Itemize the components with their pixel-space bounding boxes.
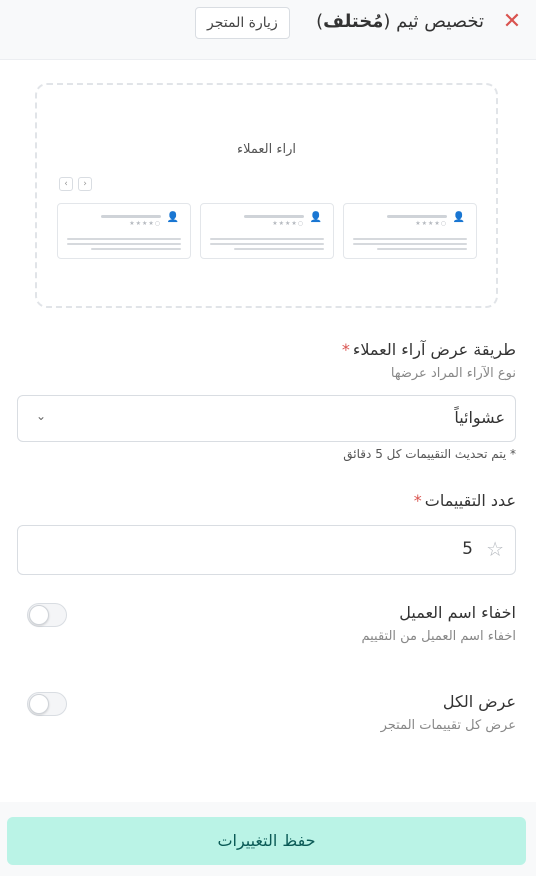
preview-card: 👤 ★★★★○ xyxy=(200,203,334,259)
header-bar: ✕ تخصيص ثيم (مُختلف) زيارة المتجر xyxy=(0,0,536,60)
rating-stars-icon: ★★★★○ xyxy=(415,220,447,227)
preview-card: 👤 ★★★★○ xyxy=(343,203,477,259)
show-all-hint: عرض كل تقييمات المتجر xyxy=(380,718,516,733)
theme-name: مُختلف xyxy=(323,11,384,32)
page-title: تخصيص ثيم (مُختلف) xyxy=(316,11,484,32)
rating-stars-icon: ★★★★○ xyxy=(129,220,161,227)
show-all-label: عرض الكل xyxy=(442,692,516,711)
card-name-line xyxy=(387,215,447,218)
required-mark: * xyxy=(413,491,422,510)
card-name-line xyxy=(244,215,304,218)
card-text-line xyxy=(234,248,324,250)
card-name-line xyxy=(101,215,161,218)
card-text-line xyxy=(210,238,324,240)
card-text-line xyxy=(353,243,467,245)
card-text-line xyxy=(353,238,467,240)
user-icon: 👤 xyxy=(309,212,322,223)
card-text-line xyxy=(67,243,181,245)
card-text-line xyxy=(210,243,324,245)
display-method-label-text: طريقة عرض آراء العملاء xyxy=(352,340,516,359)
hide-name-toggle[interactable] xyxy=(27,603,67,627)
visit-store-button[interactable]: زيارة المتجر xyxy=(195,7,290,39)
chevron-right-icon: › xyxy=(78,177,92,191)
ratings-count-input[interactable]: ☆ 5 xyxy=(17,525,516,575)
display-method-hint: نوع الآراء المراد عرضها xyxy=(390,366,516,381)
preview-nav: ‹ › xyxy=(59,177,92,191)
chevron-down-icon: ⌄ xyxy=(36,409,47,423)
card-text-line xyxy=(91,248,181,250)
save-button[interactable]: حفظ التغييرات xyxy=(7,817,526,865)
footer-bar: حفظ التغييرات xyxy=(0,802,536,876)
display-method-select[interactable]: عشوائياً ⌄ xyxy=(17,395,516,442)
star-icon: ☆ xyxy=(486,537,504,561)
rating-stars-icon: ★★★★○ xyxy=(272,220,304,227)
close-icon[interactable]: ✕ xyxy=(500,11,524,35)
toggle-knob xyxy=(29,694,49,714)
card-text-line xyxy=(377,248,467,250)
testimonials-preview: اراء العملاء ‹ › 👤 ★★★★○ 👤 ★★★★○ 👤 ★★★★○ xyxy=(35,83,498,308)
refresh-note: * يتم تحديث التقييمات كل 5 دقائق xyxy=(343,447,516,461)
title-prefix: تخصيص ثيم ( xyxy=(383,11,484,32)
user-icon: 👤 xyxy=(166,212,179,223)
preview-title: اراء العملاء xyxy=(237,142,296,157)
toggle-knob xyxy=(29,605,49,625)
ratings-count-label-text: عدد التقييمات xyxy=(424,491,516,510)
preview-card: 👤 ★★★★○ xyxy=(57,203,191,259)
display-method-label: طريقة عرض آراء العملاء* xyxy=(342,340,516,359)
required-mark: * xyxy=(341,340,350,359)
hide-name-hint: اخفاء اسم العميل من التقييم xyxy=(361,629,516,644)
user-icon: 👤 xyxy=(452,212,465,223)
card-text-line xyxy=(67,238,181,240)
show-all-toggle[interactable] xyxy=(27,692,67,716)
hide-name-label: اخفاء اسم العميل xyxy=(399,603,516,622)
display-method-value: عشوائياً xyxy=(454,408,505,427)
chevron-left-icon: ‹ xyxy=(59,177,73,191)
ratings-count-label: عدد التقييمات* xyxy=(414,491,516,510)
ratings-count-value: 5 xyxy=(462,539,473,559)
